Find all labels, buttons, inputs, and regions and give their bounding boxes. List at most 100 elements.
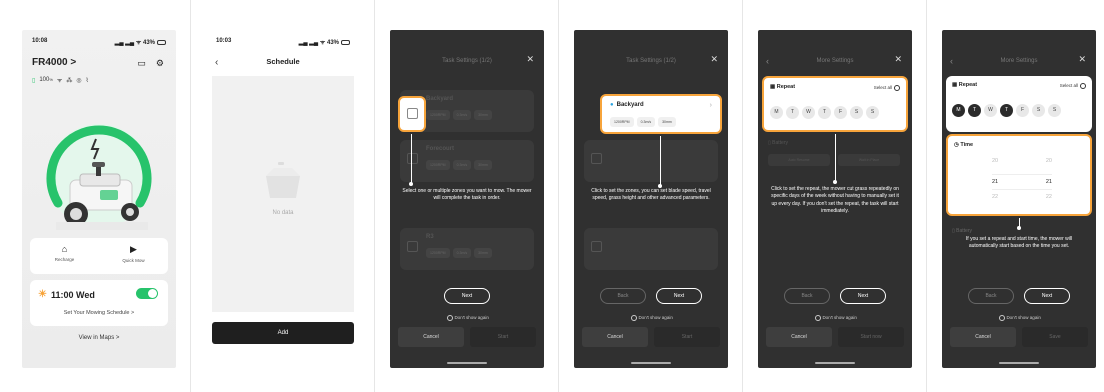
cancel-button[interactable]: Cancel <box>398 327 464 347</box>
dont-show-again[interactable]: Don't show again <box>390 315 544 321</box>
column-divider <box>926 0 927 392</box>
next-button[interactable]: Next <box>1024 288 1070 304</box>
back-button[interactable]: Back <box>600 288 646 304</box>
quick-mow-button[interactable]: ▶ Quick Mow <box>99 238 168 274</box>
cancel-button[interactable]: Cancel <box>582 327 648 347</box>
back-button[interactable]: Back <box>968 288 1014 304</box>
zone-card[interactable] <box>584 228 718 270</box>
column-divider <box>742 0 743 392</box>
battery-section-label: ▯ Battery <box>768 140 788 146</box>
day-button[interactable]: S <box>850 106 863 119</box>
view-in-maps-link[interactable]: View in Maps > <box>22 335 176 341</box>
next-button[interactable]: Next <box>444 288 490 304</box>
blade-speed-chip: 1200RPM <box>426 248 450 258</box>
repeat-highlight[interactable]: ▦ Repeat Select all M T W T F S S <box>762 76 908 132</box>
mower-illustration <box>56 162 148 230</box>
guide-dot <box>833 180 837 184</box>
time-wheel[interactable]: 20 20 21 21 22 22 <box>992 158 1052 206</box>
zone-checkbox[interactable] <box>591 241 602 252</box>
day-button[interactable]: S <box>1032 104 1045 117</box>
zone-card[interactable]: R3 1200RPM 0.3m/s 30mm <box>400 228 534 270</box>
next-button[interactable]: Next <box>656 288 702 304</box>
gps-icon: ⌇ <box>85 77 89 84</box>
status-bar: 10:03 ▂▄ ▂▄ ᯤ 43% <box>216 38 350 46</box>
add-schedule-button[interactable]: Add <box>212 322 354 344</box>
wait-in-place-option[interactable]: Wait in Place <box>838 154 900 166</box>
recharge-button[interactable]: ⌂ Recharge <box>30 238 99 274</box>
zone-checkbox[interactable] <box>407 153 418 164</box>
day-button[interactable]: M <box>952 104 965 117</box>
play-icon: ▶ <box>130 244 137 254</box>
action-card: ⌂ Recharge ▶ Quick Mow <box>30 238 168 274</box>
save-button[interactable]: Save <box>1022 327 1088 347</box>
message-icon[interactable]: ▭ <box>137 58 146 69</box>
cancel-button[interactable]: Cancel <box>950 327 1016 347</box>
zone-card[interactable]: Forecourt 1200RPM 0.3m/s 30mm <box>400 140 534 182</box>
travel-speed-chip: 0.3m/s <box>452 248 472 258</box>
day-button[interactable]: F <box>834 106 847 119</box>
next-button[interactable]: Next <box>840 288 886 304</box>
back-button[interactable]: Back <box>784 288 830 304</box>
start-now-button[interactable]: Start now <box>838 327 904 347</box>
grass-height-chip: 30mm <box>474 110 492 120</box>
cancel-button[interactable]: Cancel <box>766 327 832 347</box>
zone-name: Backyard <box>426 96 454 102</box>
day-button[interactable]: S <box>1048 104 1061 117</box>
task-settings-guide-select: ✕ Task Settings (1/2) Backyard 1200RPM 0… <box>390 30 544 368</box>
day-button[interactable]: T <box>1000 104 1013 117</box>
battery-icon <box>341 39 350 45</box>
device-stats-row: ▯ 100% ᯤ ⁂ ◎ ⌇ <box>32 76 89 84</box>
highlighted-checkbox[interactable] <box>407 108 418 119</box>
dont-show-again[interactable]: Don't show again <box>758 315 912 321</box>
zone-params: 1200RPM 0.3m/s 30mm <box>610 117 676 127</box>
schedule-toggle[interactable] <box>136 288 158 299</box>
start-button[interactable]: Start <box>654 327 720 347</box>
blade-speed-chip: 1200RPM <box>610 117 634 127</box>
checkbox-highlight[interactable] <box>398 96 426 132</box>
task-settings-guide-zone: ✕ Task Settings (1/2) ● Backyard › 1200R… <box>574 30 728 368</box>
zone-card[interactable] <box>584 140 718 182</box>
settings-gear-icon[interactable]: ⚙ <box>156 58 164 69</box>
day-button[interactable]: T <box>818 106 831 119</box>
battery-section-label: ▯ Battery <box>952 228 972 234</box>
more-settings-title: More Settings <box>1000 58 1038 64</box>
column-divider <box>558 0 559 392</box>
time-picker-highlight[interactable]: ◷ Time 20 20 21 21 22 22 <box>946 134 1092 216</box>
task-settings-title: Task Settings (1/2) <box>626 58 676 64</box>
day-button[interactable]: F <box>1016 104 1029 117</box>
guide-tip: Click to set the repeat, the mower cut g… <box>771 186 899 214</box>
dont-show-again[interactable]: Don't show again <box>942 315 1096 321</box>
zone-detail-highlight[interactable]: ● Backyard › 1200RPM 0.3m/s 30mm <box>600 94 722 134</box>
status-battery: ▂▄ ▂▄ ᯤ 43% <box>115 38 166 46</box>
guide-dot <box>1017 226 1021 230</box>
auto-resume-option[interactable]: Auto Resume <box>768 154 830 166</box>
schedule-time: ☀ 11:00 Wed <box>38 289 95 300</box>
day-button[interactable]: W <box>802 106 815 119</box>
start-button[interactable]: Start <box>470 327 536 347</box>
day-button[interactable]: T <box>968 104 981 117</box>
blade-speed-chip: 1200RPM <box>426 110 450 120</box>
select-all-toggle[interactable]: Select all <box>1060 83 1086 89</box>
network-icon: ⁂ <box>66 77 73 84</box>
repeat-label: ▦ Repeat <box>952 82 978 88</box>
status-time: 10:08 <box>32 38 48 44</box>
select-all-toggle[interactable]: Select all <box>874 85 900 91</box>
day-button[interactable]: T <box>786 106 799 119</box>
zone-checkbox[interactable] <box>591 153 602 164</box>
day-button[interactable]: W <box>984 104 997 117</box>
day-button[interactable]: M <box>770 106 783 119</box>
grass-height-chip: 30mm <box>474 160 492 170</box>
battery-icon <box>157 39 166 45</box>
zone-checkbox[interactable] <box>407 241 418 252</box>
travel-speed-chip: 0.3m/s <box>452 160 472 170</box>
device-title[interactable]: FR4000 > <box>32 57 76 68</box>
signal-icon: ◎ <box>76 77 82 84</box>
travel-speed-chip: 0.3m/s <box>636 117 656 127</box>
time-row: 20 20 <box>992 158 1052 164</box>
dont-show-again[interactable]: Don't show again <box>574 315 728 321</box>
guide-line <box>660 136 661 186</box>
set-schedule-link[interactable]: Set Your Mowing Schedule > <box>30 310 168 316</box>
guide-tip: Select one or multiple zones you want to… <box>402 188 532 202</box>
day-button[interactable]: S <box>866 106 879 119</box>
empty-tray-icon <box>266 162 300 198</box>
